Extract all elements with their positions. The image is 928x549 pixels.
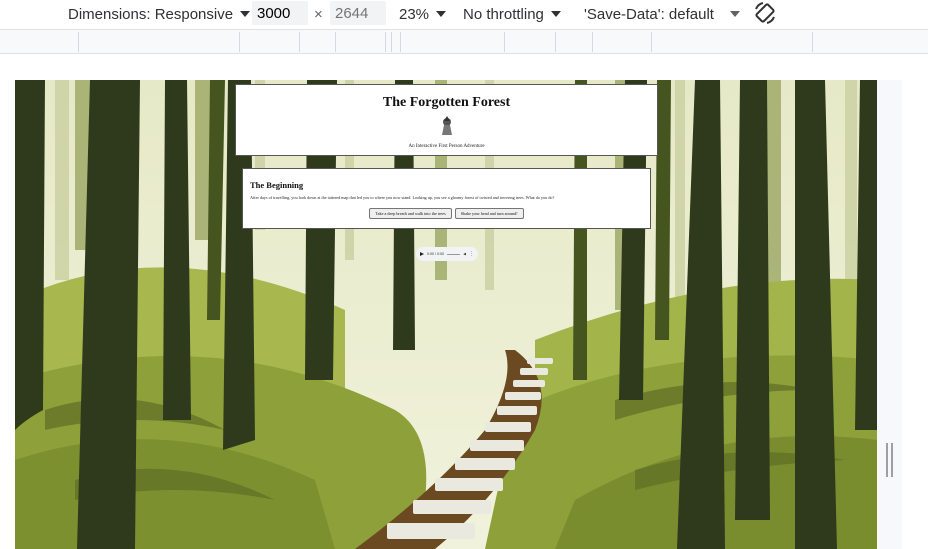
times-sign: × <box>314 6 323 23</box>
choice-turn-around-button[interactable]: Shake your head and turn around! <box>454 208 524 220</box>
choice-walk-into-trees-button[interactable]: Take a deep breath and walk into the tre… <box>369 208 452 220</box>
throttling-label: No throttling <box>463 5 544 23</box>
height-input[interactable] <box>330 1 386 25</box>
audio-progress[interactable] <box>446 253 461 255</box>
rotate-icon[interactable] <box>752 0 778 26</box>
volume-icon[interactable]: ◀ <box>463 252 466 256</box>
emulated-viewport[interactable]: The Forgotten Forest An Interactive Firs… <box>15 80 877 549</box>
zoom-dropdown[interactable]: 23% <box>399 3 447 25</box>
chevron-down-icon <box>550 11 561 17</box>
choice-buttons: Take a deep breath and walk into the tre… <box>243 208 650 220</box>
dimensions-label: Dimensions: Responsive <box>68 5 234 23</box>
save-data-dropdown[interactable]: 'Save-Data': default <box>584 3 740 25</box>
wizard-logo-icon <box>441 116 452 135</box>
zoom-label: 23% <box>399 5 430 23</box>
more-options-icon[interactable]: ⋮ <box>469 251 474 257</box>
chevron-down-icon <box>729 11 740 17</box>
throttling-dropdown[interactable]: No throttling <box>463 3 561 25</box>
chevron-down-icon <box>436 11 447 17</box>
save-data-label: 'Save-Data': default <box>584 5 714 23</box>
scene-card: The Beginning After days of travelling, … <box>242 168 651 229</box>
chevron-down-icon <box>240 11 251 17</box>
device-toolbar: Dimensions: Responsive × 23% No throttli… <box>0 0 928 29</box>
width-input[interactable] <box>252 1 308 25</box>
title-card: The Forgotten Forest An Interactive Firs… <box>235 84 658 156</box>
resize-handle-icon[interactable] <box>886 443 893 477</box>
audio-time: 0:00 / 0:00 <box>427 252 444 256</box>
play-icon[interactable] <box>420 252 424 256</box>
dimensions-dropdown[interactable]: Dimensions: Responsive <box>68 3 251 25</box>
page-subtitle: An Interactive First Person Adventure <box>408 144 485 149</box>
scene-text: After days of travelling, you look down … <box>250 195 555 200</box>
page-title: The Forgotten Forest <box>382 95 511 110</box>
audio-player[interactable]: 0:00 / 0:00 ◀ ⋮ <box>416 247 478 261</box>
media-query-ruler <box>0 29 928 54</box>
scene-title: The Beginning <box>250 180 304 190</box>
viewport-gutter <box>877 80 902 549</box>
